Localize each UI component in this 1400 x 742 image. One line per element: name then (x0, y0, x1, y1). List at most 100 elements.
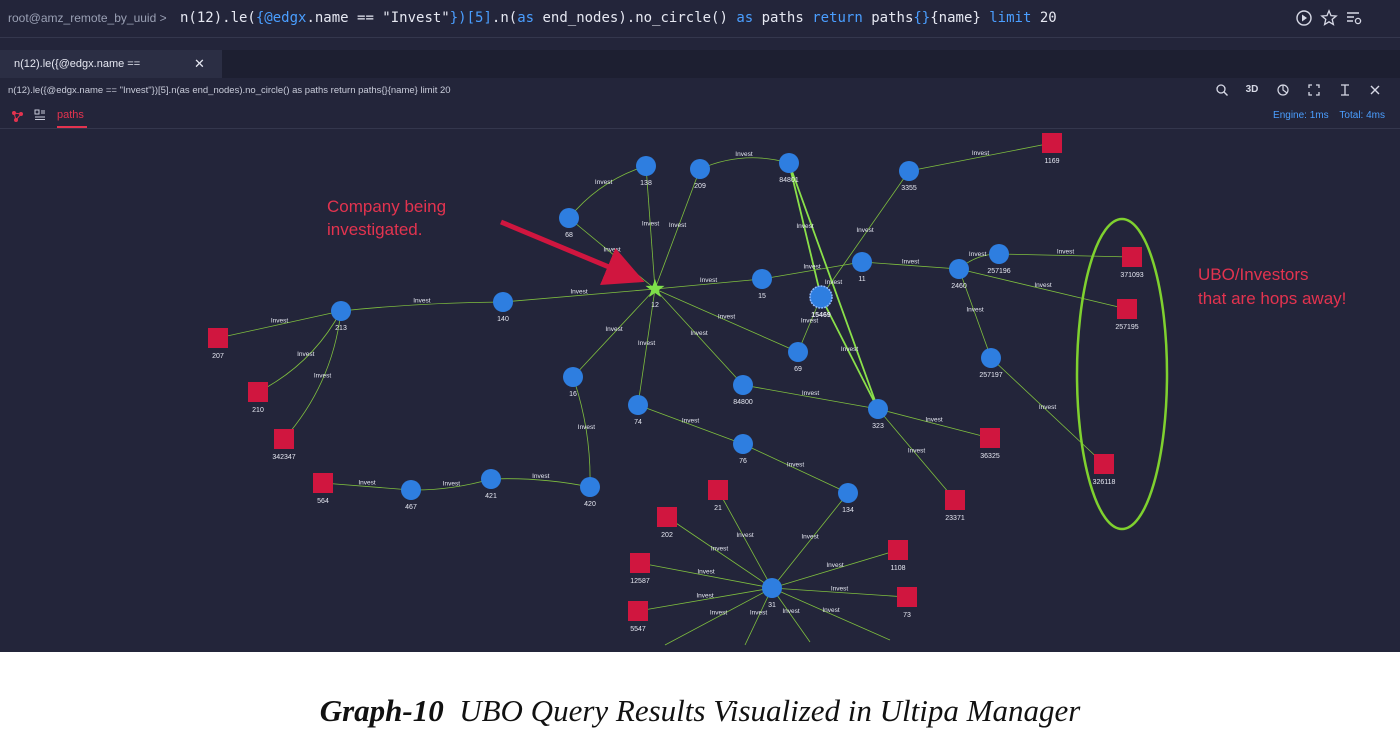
company-node-circle[interactable] (733, 375, 753, 395)
company-node-circle[interactable] (989, 244, 1009, 264)
company-node-circle[interactable] (779, 153, 799, 173)
graph-node[interactable]: 138 (636, 156, 656, 187)
search-icon[interactable] (1215, 82, 1229, 98)
graph-node[interactable]: 21 (708, 480, 728, 512)
company-node-circle[interactable] (580, 477, 600, 497)
graph-canvas[interactable]: Invest Invest Invest Invest Invest Invest Inve… (0, 129, 1400, 652)
graph-edge[interactable] (217, 310, 342, 339)
graph-node[interactable]: 202 (657, 507, 677, 539)
graph-node[interactable]: 1169 (1042, 133, 1062, 165)
fullscreen-icon[interactable] (1307, 82, 1321, 98)
graph-node[interactable]: 16 (563, 367, 583, 398)
table-view-icon[interactable] (34, 109, 46, 121)
graph-edge[interactable] (654, 288, 744, 386)
graph-node[interactable]: 73 (897, 587, 917, 619)
graph-node[interactable]: 213 (331, 301, 351, 332)
graph-node[interactable]: 342347 (272, 429, 296, 461)
company-node-circle[interactable] (899, 161, 919, 181)
company-node-circle[interactable] (809, 285, 833, 309)
investor-node-square[interactable] (1094, 454, 1114, 474)
company-node-circle[interactable] (868, 399, 888, 419)
company-node-circle[interactable] (852, 252, 872, 272)
graph-node[interactable]: 257197 (979, 348, 1003, 379)
graph-edge[interactable] (572, 288, 656, 378)
company-node-circle[interactable] (481, 469, 501, 489)
graph-edge[interactable] (877, 408, 991, 439)
style-icon[interactable] (1276, 82, 1290, 98)
graph-edge[interactable] (742, 384, 879, 410)
graph-node[interactable]: 134 (838, 483, 858, 514)
company-node-circle[interactable] (628, 395, 648, 415)
graph-edge[interactable] (666, 516, 773, 589)
graph-node[interactable]: 15 (752, 269, 772, 300)
graph-node[interactable]: 323 (868, 399, 888, 430)
graph-edge[interactable] (639, 562, 773, 589)
star-icon[interactable] (1320, 9, 1338, 27)
graph-node[interactable]: 564 (313, 473, 333, 505)
graph-view-icon[interactable] (10, 109, 24, 123)
tab-close-icon[interactable]: ✕ (194, 56, 205, 72)
graph-edge[interactable] (990, 357, 1105, 465)
company-node-circle[interactable] (949, 259, 969, 279)
graph-node[interactable]: 76 (733, 434, 753, 465)
graph-node[interactable]: 36325 (980, 428, 1000, 460)
investor-node-square[interactable] (1042, 133, 1062, 153)
close-icon[interactable] (1368, 82, 1382, 98)
graph-node[interactable]: 31 (762, 578, 782, 609)
graph-node[interactable]: 2460 (949, 259, 969, 290)
graph-edge[interactable] (568, 165, 647, 219)
graph-edge[interactable] (699, 157, 790, 170)
company-node-circle[interactable] (331, 301, 351, 321)
graph-edge[interactable] (637, 404, 744, 445)
graph-node[interactable]: 140 (493, 292, 513, 323)
graph-node[interactable]: 421 (481, 469, 501, 500)
investor-node-square[interactable] (274, 429, 294, 449)
company-node-circle[interactable] (563, 367, 583, 387)
graph-edge[interactable] (717, 489, 773, 589)
company-node-circle[interactable] (559, 208, 579, 228)
graph-node[interactable]: 3355 (899, 161, 919, 192)
graph-node[interactable]: 84801 (779, 153, 799, 184)
investor-node-square[interactable] (1122, 247, 1142, 267)
investor-node-square[interactable] (945, 490, 965, 510)
graph-node[interactable]: 12587 (630, 553, 650, 585)
investor-node-square[interactable] (208, 328, 228, 348)
graph-node[interactable]: 68 (559, 208, 579, 239)
graph-node[interactable]: 420 (580, 477, 600, 508)
company-node-circle[interactable] (838, 483, 858, 503)
company-node-circle[interactable] (752, 269, 772, 289)
investor-node-square[interactable] (248, 382, 268, 402)
graph-edge[interactable] (742, 443, 849, 494)
paths-tab[interactable]: paths (57, 109, 84, 121)
graph-edge[interactable] (637, 587, 773, 612)
graph-node[interactable]: 467 (401, 480, 421, 511)
investor-node-square[interactable] (1117, 299, 1137, 319)
graph-edge[interactable] (958, 268, 1128, 310)
investor-node-square[interactable] (980, 428, 1000, 448)
investor-node-square[interactable] (888, 540, 908, 560)
company-node-circle[interactable] (493, 292, 513, 312)
graph-node[interactable]: 15469 (809, 285, 833, 319)
graph-node[interactable]: 23371 (945, 490, 965, 522)
3d-icon[interactable]: 3D (1243, 82, 1261, 98)
graph-node[interactable]: 209 (690, 159, 710, 190)
graph-edge[interactable] (771, 492, 849, 589)
query-tab[interactable]: n(12).le({@edgx.name == ✕ (0, 50, 222, 78)
pin-icon[interactable] (1338, 82, 1352, 98)
investor-node-square[interactable] (657, 507, 677, 527)
graph-edge[interactable] (664, 587, 773, 646)
company-node-circle[interactable] (762, 578, 782, 598)
graph-node[interactable]: 257196 (987, 244, 1011, 275)
company-node-circle[interactable] (788, 342, 808, 362)
graph-node[interactable]: 326118 (1093, 454, 1116, 486)
graph-node[interactable]: 74 (628, 395, 648, 426)
graph-node[interactable]: 84800 (733, 375, 753, 406)
company-node-circle[interactable] (733, 434, 753, 454)
graph-node[interactable]: 371093 (1120, 247, 1144, 279)
investor-node-square[interactable] (708, 480, 728, 500)
investor-node-square[interactable] (630, 553, 650, 573)
graph-edge[interactable] (788, 162, 879, 410)
graph-node[interactable]: 5547 (628, 601, 648, 633)
graph-node[interactable]: 210 (248, 382, 268, 414)
graph-node[interactable]: 207 (208, 328, 228, 360)
